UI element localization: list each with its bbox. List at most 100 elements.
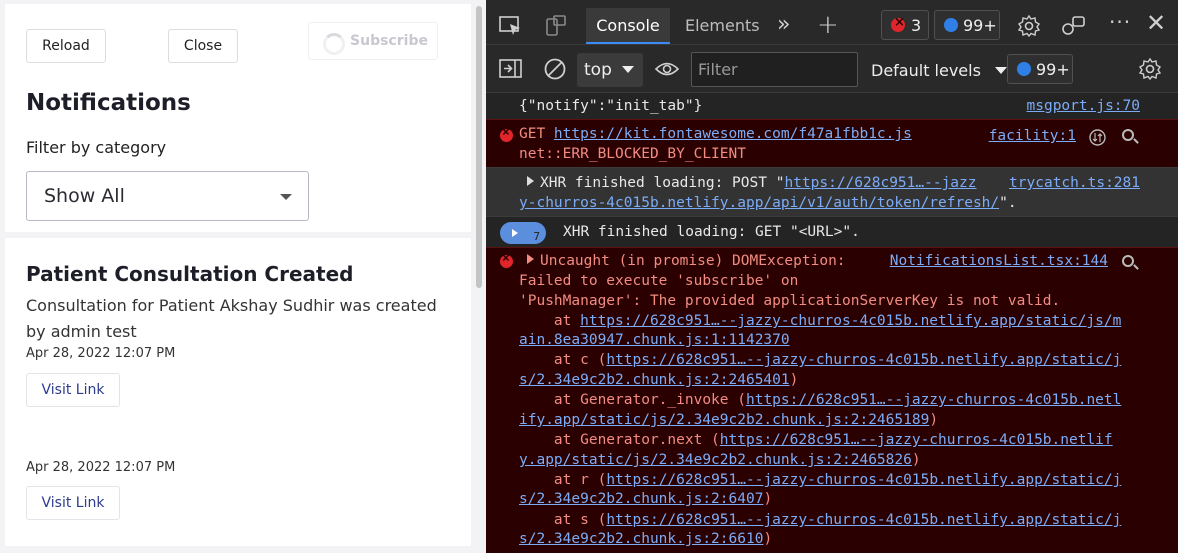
tab-elements[interactable]: Elements [685,16,760,35]
log-source-link[interactable]: msgport.js:70 [1027,98,1141,114]
log-levels-value: Default levels [871,61,981,80]
stack-frame: at c (https://628c951…--jazzy-churros-4c… [519,352,1121,368]
console-toolbar: top Filter Default levels 99+ [486,44,1178,92]
log-message: XHR finished loading: GET "<URL>". [563,224,860,240]
expand-triangle-icon[interactable] [527,254,534,264]
log-source-link[interactable]: NotificationsList.tsx:144 [890,253,1108,269]
loading-spinner-icon [323,33,345,55]
subscribe-button[interactable]: Subscribe [308,22,438,60]
log-text: GET [519,126,554,142]
log-message: Uncaught (in promise) DOMException: [527,253,846,269]
network-request-icon[interactable] [1089,129,1106,146]
subscribe-label: Subscribe [350,33,428,49]
stack-frame: at s (https://628c951…--jazzy-churros-4c… [519,512,1121,528]
toggle-sidebar-icon[interactable] [499,59,523,79]
stack-frame-line: y.app/static/js/2.34e9c2b2.chunk.js:2:24… [519,452,921,468]
stack-text: ) [763,531,773,547]
stack-url-link[interactable]: https://628c951…--jazzy-churros-4c015b.n… [606,512,1121,528]
log-text: XHR finished loading: POST " [540,175,785,191]
scrollbar-thumb[interactable] [476,6,482,288]
context-select[interactable]: top [577,53,643,87]
console-log: {"notify":"init_tab"} msgport.js:70 GET … [486,92,1178,553]
close-devtools-icon[interactable]: ✕ [1146,11,1166,35]
stack-url-link[interactable]: s/2.34e9c2b2.chunk.js:2:6407 [519,491,763,507]
stack-text: at r ( [519,472,607,488]
stack-frame: at Generator._invoke (https://628c951…--… [519,392,1121,408]
message-count-badge[interactable]: 99+ [934,10,1000,40]
stack-url-link[interactable]: https://628c951…--jazzy-churros-4c015b.n… [720,432,1113,448]
stack-text: ) [789,372,799,388]
reload-button[interactable]: Reload [26,29,106,63]
stack-url-link[interactable]: https://628c951…--jazzy-churros-4c015b.n… [580,313,1121,329]
log-message-line: net::ERR_BLOCKED_BY_CLIENT [519,146,746,162]
stack-frame-line: s/2.34e9c2b2.chunk.js:2:6610) [519,531,772,547]
more-tabs-chevron-icon[interactable]: » [777,14,790,36]
caret-down-icon [622,66,634,73]
category-filter-select[interactable]: Show All [26,171,309,221]
repeat-count-badge[interactable]: 7 [500,222,546,244]
log-source-link[interactable]: facility:1 [989,128,1076,144]
more-options-icon[interactable]: ··· [1109,12,1131,32]
message-icon [944,18,958,32]
visit-link-button[interactable]: Visit Link [26,486,120,520]
stack-url-link[interactable]: s/2.34e9c2b2.chunk.js:2:6610 [519,531,763,547]
stack-url-link[interactable]: y.app/static/js/2.34e9c2b2.chunk.js:2:24… [519,452,912,468]
log-message-line: 'PushManager': The provided applicationS… [519,293,1061,309]
log-url-link[interactable]: https://628c951…--jazz [784,175,976,191]
stack-url-link[interactable]: s/2.34e9c2b2.chunk.js:2:2465401 [519,372,790,388]
error-icon [891,15,905,32]
console-filter-input[interactable]: Filter [691,52,858,87]
error-icon [500,251,513,268]
log-row: {"notify":"init_tab"} msgport.js:70 [486,92,1178,119]
search-icon[interactable] [1122,129,1134,141]
stack-url-link[interactable]: ain.8ea30947.chunk.js:1:1142370 [519,332,790,348]
log-message: XHR finished loading: POST "https://628c… [527,175,977,191]
log-row[interactable]: 7 XHR finished loading: GET "<URL>". [486,216,1178,247]
device-emulation-icon[interactable] [544,14,568,38]
category-filter-value: Show All [44,185,125,207]
page-title: Notifications [26,90,191,116]
stack-url-link[interactable]: https://628c951…--jazzy-churros-4c015b.n… [606,472,1121,488]
stack-url-link[interactable]: https://628c951…--jazzy-churros-4c015b.n… [746,392,1121,408]
tab-console[interactable]: Console [586,8,670,44]
log-message-line: Failed to execute 'subscribe' on [519,273,799,289]
app-scrollbar[interactable] [474,4,484,553]
stack-text: at [519,313,581,329]
live-expression-eye-icon[interactable] [655,60,679,78]
stack-frame-line: ain.8ea30947.chunk.js:1:1142370 [519,332,790,348]
error-count: 3 [911,15,922,35]
stack-text: at Generator.next ( [519,432,720,448]
search-icon[interactable] [1122,255,1134,267]
issues-count-badge[interactable]: 99+ [1007,54,1073,84]
log-message: {"notify":"init_tab"} [519,98,703,114]
filter-label: Filter by category [26,138,167,157]
stack-url-link[interactable]: https://628c951…--jazzy-churros-4c015b.n… [606,352,1121,368]
stack-frame: at r (https://628c951…--jazzy-churros-4c… [519,472,1121,488]
inspect-element-icon[interactable] [499,16,523,38]
issues-count: 99+ [1036,59,1070,79]
notification-description: Consultation for Patient Akshay Sudhir w… [26,296,437,341]
log-levels-dropdown[interactable]: Default levels [871,61,1008,80]
close-button[interactable]: Close [168,29,238,63]
clear-console-icon[interactable] [543,57,567,81]
stack-url-link[interactable]: ify.app/static/js/2.34e9c2b2.chunk.js:2:… [519,412,929,428]
notification-title: Patient Consultation Created [26,262,354,286]
issues-icon [1017,62,1031,76]
log-text: ". [999,195,1017,211]
console-settings-gear-icon[interactable] [1138,57,1162,81]
visit-link-button[interactable]: Visit Link [26,373,120,407]
log-url-link[interactable]: y-churros-4c015b.netlify.app/api/v1/auth… [519,195,999,211]
connected-devices-icon[interactable] [1060,14,1086,38]
log-row[interactable]: XHR finished loading: POST "https://628c… [486,167,1178,216]
settings-gear-icon[interactable] [1017,14,1041,38]
app-pane: Reload Close Subscribe Notifications Fil… [0,0,486,553]
notification-date: Apr 28, 2022 12:07 PM [26,460,176,475]
stack-text: at s ( [519,512,607,528]
error-count-badge[interactable]: 3 [881,10,929,40]
log-row-error: GET https://kit.fontawesome.com/f47a1fbb… [486,119,1178,167]
add-tab-plus-icon[interactable]: + [817,12,839,38]
caret-down-icon [995,67,1008,74]
log-url-link[interactable]: https://kit.fontawesome.com/f47a1fbb1c.j… [554,126,912,142]
log-source-link[interactable]: trycatch.ts:281 [1009,175,1140,191]
expand-triangle-icon[interactable] [527,176,534,186]
